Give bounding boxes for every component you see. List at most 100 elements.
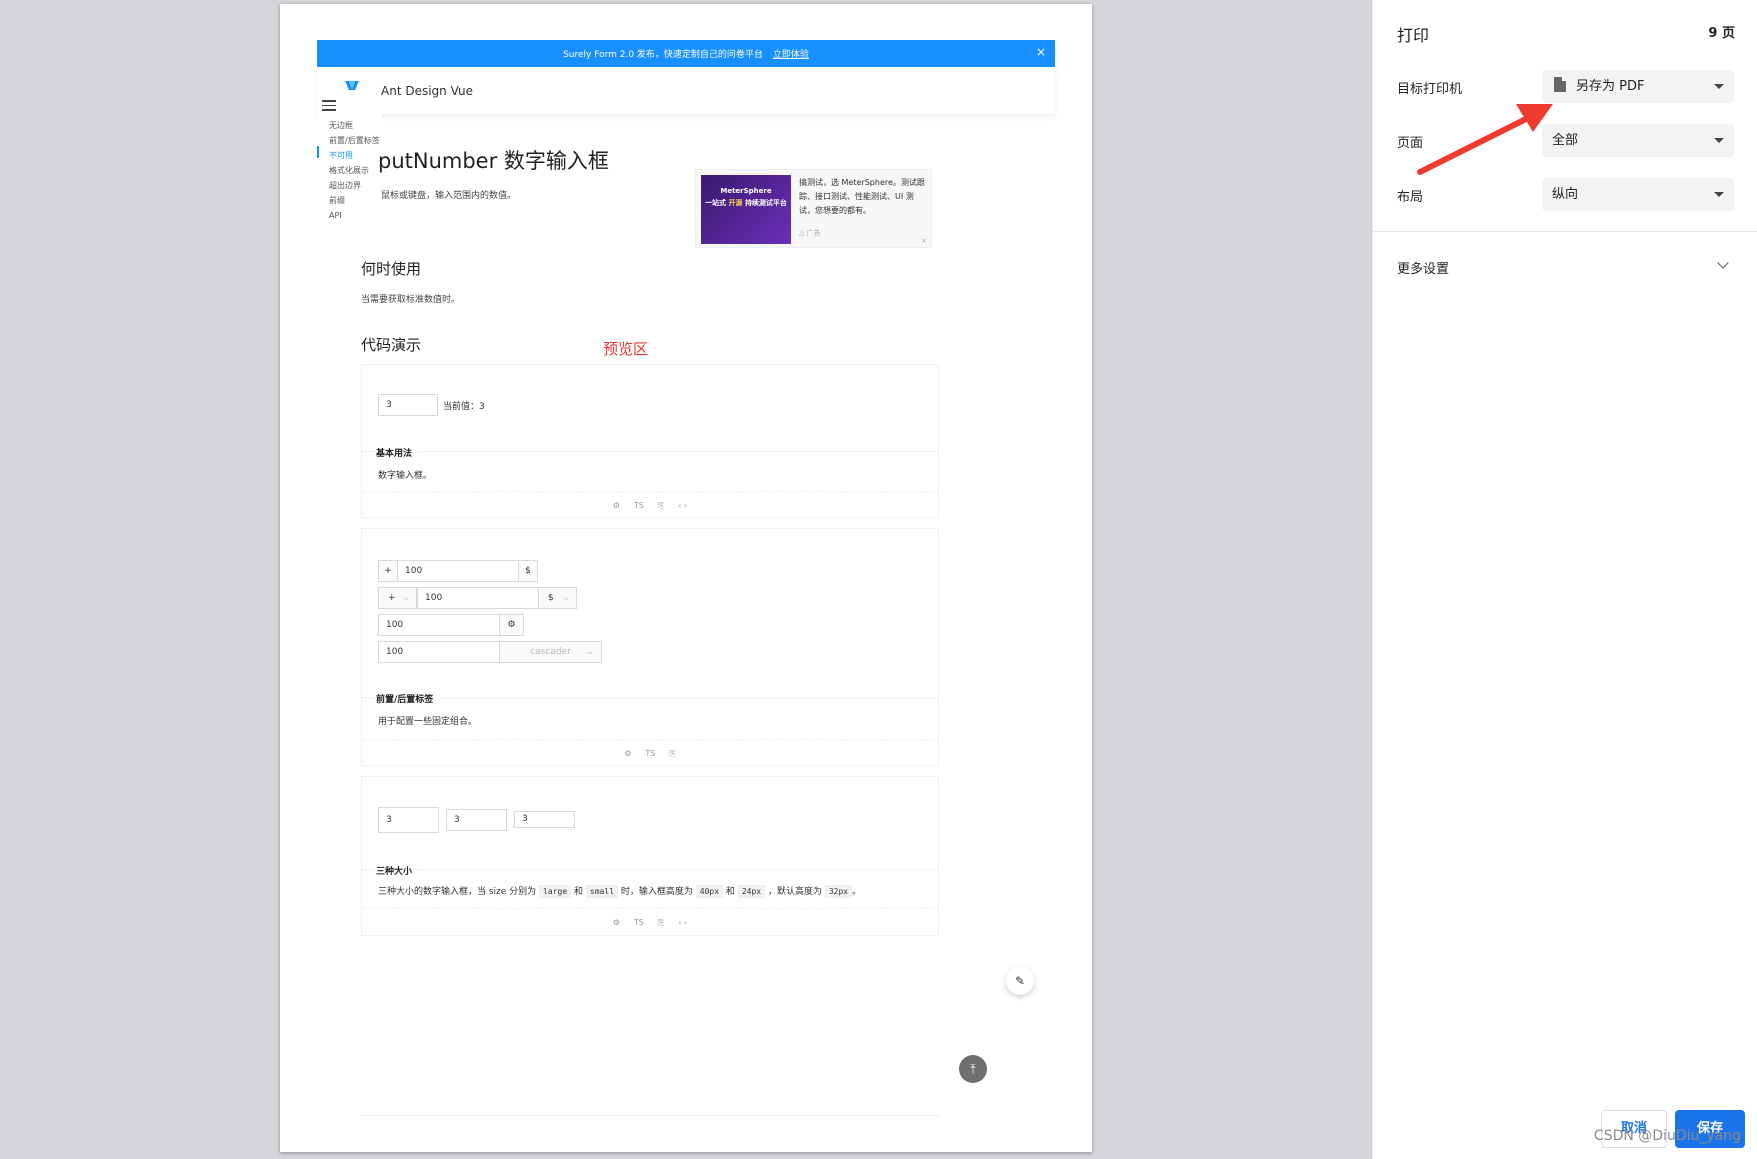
document-icon [1554,77,1566,92]
prefix-select-value: + [388,593,396,603]
more-settings-toggle[interactable]: 更多设置 [1397,258,1449,277]
ad-image[interactable]: MeterSphere 一站式 开源 持续测试平台 [701,175,791,244]
preview-page: Surely Form 2.0 发布，快速定制自己的问卷平台 立即体验 × An… [280,4,1092,1152]
demo-card-size: 3 3 3 三种大小 三种大小的数字输入框，当 size 分别为 large 和… [361,776,939,936]
page-title: putNumber 数字输入框 [378,149,609,173]
codesandbox-icon[interactable]: ⚙ [624,749,631,758]
ts-toggle[interactable]: TS [645,749,655,758]
announcement-banner: Surely Form 2.0 发布，快速定制自己的问卷平台 立即体验 × [317,40,1055,67]
suffix-select[interactable]: $ ⌄ [538,587,577,609]
suffix-addon: $ [518,560,538,582]
prefix-select[interactable]: + ⌄ [378,587,417,609]
codesandbox-icon[interactable]: ⚙ [613,918,620,927]
prefix-addon: + [378,560,398,582]
ad-card[interactable]: MeterSphere 一站式 开源 持续测试平台 搞测试，选 MeterSph… [695,169,932,248]
section-desc-when: 当需要获取标准数值时。 [361,295,461,305]
banner-link[interactable]: 立即体验 [773,47,809,60]
banner-text: Surely Form 2.0 发布，快速定制自己的问卷平台 [563,50,763,60]
chevron-down-icon[interactable] [1717,257,1729,269]
demo-desc-addon: 用于配置一些固定组合。 [378,717,478,727]
number-input-default[interactable]: 3 [446,809,507,831]
nav-item-borderless[interactable]: 无边框 [329,118,380,133]
page-footer-rule [361,1115,939,1116]
theme-tool-icon[interactable]: ✎ [1006,967,1034,995]
caret-down-icon [1714,84,1724,89]
ad-image-brand: MeterSphere [720,187,772,195]
demo-actions: ⚙ TS ⎘ [362,739,938,767]
nav-item-formatter[interactable]: 格式化展示 [329,163,380,178]
caret-down-icon [1714,192,1724,197]
demo-title-basic: 基本用法 [376,446,419,459]
demo-card-basic: 3 当前值：3 基本用法 数字输入框。 ⚙ TS ⎘ ‹ › [361,364,939,518]
page-count: 9 页 [1708,26,1735,41]
print-title: 打印 [1397,26,1430,45]
printer-select[interactable]: 另存为 PDF [1542,70,1734,103]
number-input[interactable]: 3 [378,394,438,416]
card-divider [362,451,938,452]
demo-actions: ⚙ TS ⎘ ‹ › [362,491,938,519]
chevron-down-icon: ⌄ [562,593,570,603]
csdn-watermark: CSDN @DiuDiu_yang [1593,1128,1741,1144]
demo-actions: ⚙ TS ⎘ ‹ › [362,908,938,936]
layout-select[interactable]: 纵向 [1542,178,1734,211]
banner-close-icon[interactable]: × [1036,45,1046,59]
ts-toggle[interactable]: TS [634,918,644,927]
number-input-small[interactable]: 3 [514,811,575,828]
nav-item-api[interactable]: API [329,208,380,223]
section-title-when: 何时使用 [361,260,422,278]
cascader-placeholder: cascader [530,647,571,657]
copy-icon[interactable]: ⎘ [658,501,664,511]
layout-label: 布局 [1397,190,1424,205]
layout-value: 纵向 [1552,187,1579,202]
cascader-select[interactable]: cascader ⌄ [499,641,602,663]
suffix-select-value: $ [548,593,554,603]
back-to-top-icon[interactable]: ⤒ [959,1055,987,1083]
nav-item-prefix[interactable]: 前缀 [329,193,380,208]
codesandbox-icon[interactable]: ⚙ [613,501,620,510]
nav-item-disabled[interactable]: 不可用 [329,148,380,163]
current-value-text: 当前值：3 [443,402,485,412]
copy-icon[interactable]: ⎘ [669,749,675,759]
demo-desc-size: 三种大小的数字输入框，当 size 分别为 large 和 small 时，输入… [378,885,862,898]
preview-annotation: 预览区 [603,340,649,358]
addon-number-input-4[interactable]: 100 [378,641,500,663]
card-divider [362,869,938,870]
addon-number-input-2[interactable]: 100 [417,587,539,609]
pages-select[interactable]: 全部 [1542,124,1734,157]
caret-down-icon [1714,138,1724,143]
demo-desc-basic: 数字输入框。 [378,471,433,481]
ad-tag: △ 广告 [799,229,821,237]
code-expand-icon[interactable]: ‹ › [678,501,687,510]
site-header: Ant Design Vue [317,67,1055,115]
ad-text[interactable]: 搞测试，选 MeterSphere。测试跟踪、接口测试、性能测试、UI 测试，您… [799,176,927,218]
page-description: 鼠标或键盘，输入范围内的数值。 [381,191,517,201]
printer-label: 目标打印机 [1397,82,1463,97]
nav-item-out-of-range[interactable]: 超出边界 [329,178,380,193]
chevron-down-icon: ⌄ [586,647,594,657]
side-nav: 无边框 前置/后置标签 不可用 格式化展示 超出边界 前缀 API [317,90,381,220]
card-divider [362,697,938,698]
pages-label: 页面 [1397,136,1424,151]
code-expand-icon[interactable]: ‹ › [678,918,687,927]
nav-item-addon[interactable]: 前置/后置标签 [329,133,380,148]
copy-icon[interactable]: ⎘ [658,918,664,928]
section-title-demo: 代码演示 [361,336,422,354]
number-input-large[interactable]: 3 [378,807,439,833]
pages-value: 全部 [1552,133,1579,148]
printer-value: 另存为 PDF [1576,79,1645,94]
demo-title-size: 三种大小 [376,864,419,877]
setting-icon[interactable]: ⚙ [499,614,524,636]
demo-card-addon: + 100 $ + ⌄ 100 $ ⌄ 100 ⚙ 100 cascader ⌄… [361,528,939,766]
site-name[interactable]: Ant Design Vue [381,84,473,98]
demo-title-addon: 前置/后置标签 [376,692,440,705]
ad-image-slogan: 一站式 开源 持续测试平台 [705,199,787,207]
print-settings-panel: 打印 9 页 目标打印机 另存为 PDF 页面 全部 布局 纵向 更多设置 取消… [1372,0,1757,1159]
print-preview-area: Surely Form 2.0 发布，快速定制自己的问卷平台 立即体验 × An… [0,0,1372,1159]
addon-number-input-1[interactable]: 100 [397,560,519,582]
ad-close-icon[interactable]: × [921,237,927,245]
chevron-down-icon: ⌄ [402,593,410,603]
ts-toggle[interactable]: TS [634,501,644,510]
addon-number-input-3[interactable]: 100 [378,614,500,636]
menu-icon[interactable] [322,100,336,112]
panel-divider [1373,231,1757,232]
